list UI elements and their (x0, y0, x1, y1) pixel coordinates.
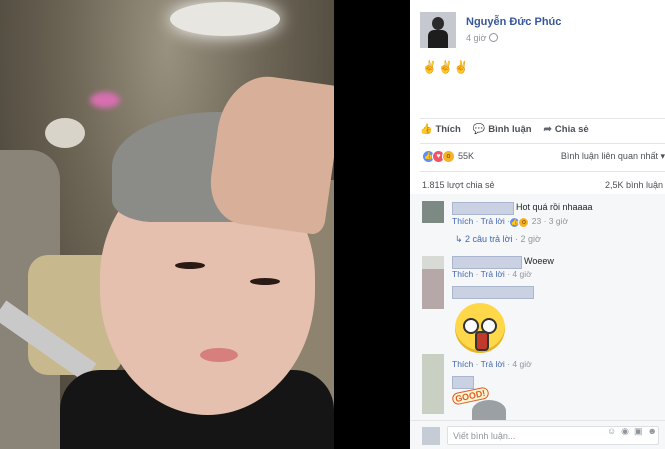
reaction-icons[interactable]: 👍 ♥ o (422, 150, 455, 163)
commenter-name[interactable] (452, 256, 522, 269)
divider (420, 118, 665, 119)
share-button[interactable]: ➦ Chia sẻ (544, 124, 589, 135)
comment-meta: Thích · Trả lời · 4 giờ (452, 269, 532, 279)
sticker-icon[interactable]: ☻ (648, 426, 657, 437)
cat-icon (472, 400, 506, 422)
gif-icon[interactable]: ▣ (634, 426, 643, 437)
comment-button[interactable]: 💬 Bình luận (473, 124, 532, 135)
user-avatar (422, 427, 440, 445)
ceiling-light (170, 2, 280, 36)
globe-icon (489, 33, 499, 42)
comment-reply-link[interactable]: Trả lời (481, 269, 505, 279)
comment-time[interactable]: 4 giờ (512, 269, 531, 279)
commenter-avatar[interactable] (422, 201, 444, 223)
comment-input-bar: Viết bình luận... ☺ ◉ ▣ ☻ (410, 420, 665, 449)
pink-light (90, 92, 120, 108)
right-eye (250, 278, 280, 285)
wow-reaction-icon: o (442, 150, 455, 163)
comment-like-link[interactable]: Thích (452, 359, 473, 369)
reply-arrow-icon: ↳ (455, 234, 466, 244)
comment-icon: 💬 (472, 124, 486, 135)
comment-reply-link[interactable]: Trả lời (481, 216, 505, 226)
post-status: ✌✌✌ (422, 60, 470, 74)
author-name[interactable]: Nguyễn Đức Phúc (466, 16, 561, 28)
author-avatar[interactable] (420, 12, 456, 48)
emoji-icon[interactable]: ☺ (607, 426, 616, 437)
view-replies-link[interactable]: ↳ 2 câu trả lời · 2 giờ (455, 234, 541, 245)
divider (420, 143, 665, 144)
comment-time[interactable]: 4 giờ (512, 359, 531, 369)
arm (205, 70, 334, 236)
commenter-avatar[interactable] (422, 269, 444, 309)
surprised-sticker (455, 303, 505, 353)
commenter-name[interactable] (452, 286, 534, 299)
comment-text: Hot quá rồi nhaaaa (516, 202, 593, 212)
camera-icon[interactable]: ◉ (621, 426, 629, 437)
reaction-count[interactable]: 55K (458, 151, 474, 161)
side-light (45, 118, 85, 148)
lips (200, 348, 238, 362)
comment-sort-dropdown[interactable]: Bình luận liên quan nhất ▾ (561, 151, 665, 162)
wow-reaction-icon: o (518, 217, 530, 228)
comment-time[interactable]: 3 giờ (549, 216, 568, 226)
comment-like-link[interactable]: Thích (452, 269, 473, 279)
share-count[interactable]: 1.815 lượt chia sẻ (422, 180, 494, 190)
commenter-avatar[interactable] (422, 354, 444, 414)
left-eye (175, 262, 205, 269)
post-time[interactable]: 4 giờ (466, 33, 499, 43)
divider (420, 171, 665, 172)
commenter-name[interactable] (452, 376, 474, 389)
selfie-image (0, 0, 334, 449)
comment-count[interactable]: 2,5K bình luận (605, 180, 663, 190)
comments-list: Hot quá rồi nhaaaa Thích · Trả lời · 👍o … (410, 194, 665, 420)
comment-meta: Thích · Trả lời · 4 giờ (452, 359, 532, 369)
share-icon: ➦ (543, 124, 552, 135)
comment-text: Woeew (524, 256, 554, 266)
post-photo[interactable] (0, 0, 410, 449)
thumbs-up-icon: 👍 (420, 124, 433, 135)
comment-like-link[interactable]: Thích (452, 216, 473, 226)
input-icons: ☺ ◉ ▣ ☻ (607, 426, 657, 437)
like-button[interactable]: 👍 Thích (420, 124, 461, 135)
post-side-panel: Nguyễn Đức Phúc 4 giờ ✌✌✌ 👍 Thích 💬 Bình l… (410, 0, 665, 449)
action-bar: 👍 Thích 💬 Bình luận ➦ Chia sẻ (420, 124, 589, 135)
good-cat-sticker: GOOD! (451, 386, 508, 422)
comment-reply-link[interactable]: Trả lời (481, 359, 505, 369)
comment-meta: Thích · Trả lời · 👍o 23 · 3 giờ (452, 216, 569, 228)
commenter-name[interactable] (452, 202, 514, 215)
